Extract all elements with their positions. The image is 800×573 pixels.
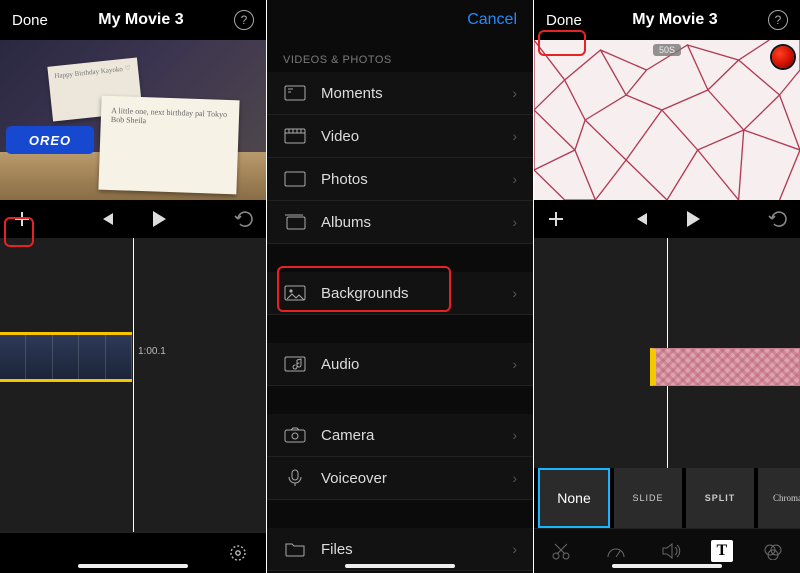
playhead[interactable] [133, 238, 134, 532]
menu-label: Voiceover [321, 470, 512, 487]
done-button[interactable]: Done [12, 12, 48, 29]
title-style-none[interactable]: None [538, 468, 610, 528]
chevron-right-icon: › [512, 285, 517, 301]
panel-media-picker: Cancel VIDEOS & PHOTOS Moments › Video ›… [267, 0, 534, 573]
menu-item-moments[interactable]: Moments › [267, 72, 533, 115]
rewind-icon[interactable] [99, 212, 115, 226]
undo-icon[interactable] [768, 211, 788, 227]
filters-icon[interactable] [758, 538, 788, 564]
video-preview[interactable]: 50S [534, 40, 800, 200]
titles-icon[interactable]: T [711, 540, 733, 562]
transport-bar [534, 200, 800, 238]
preview-badge: 50S [653, 44, 681, 56]
video-preview[interactable]: Happy Birthday Kayoko ♡ A little one, ne… [0, 40, 266, 200]
menu-item-audio[interactable]: Audio › [267, 343, 533, 386]
chevron-right-icon: › [512, 356, 517, 372]
header: Done My Movie 3 ? [0, 0, 266, 40]
moments-icon [283, 84, 307, 102]
background-clip[interactable] [650, 348, 800, 386]
transport-bar [0, 200, 266, 238]
chevron-right-icon: › [512, 171, 517, 187]
clip-thumbstrip[interactable] [0, 332, 132, 382]
header: Done My Movie 3 ? [534, 0, 800, 40]
menu-label: Video [321, 128, 512, 145]
backgrounds-icon [283, 284, 307, 302]
chevron-right-icon: › [512, 128, 517, 144]
play-icon[interactable] [685, 210, 701, 228]
play-icon[interactable] [151, 210, 167, 228]
home-indicator [612, 564, 722, 568]
cancel-button[interactable]: Cancel [467, 11, 517, 29]
menu-label: Camera [321, 427, 512, 444]
albums-icon [283, 213, 307, 231]
chevron-right-icon: › [512, 470, 517, 486]
timeline[interactable] [534, 238, 800, 468]
oreo-pack: OREO [6, 126, 94, 154]
photos-icon [283, 170, 307, 188]
undo-icon[interactable] [234, 211, 254, 227]
chevron-right-icon: › [512, 541, 517, 557]
chevron-right-icon: › [512, 427, 517, 443]
menu-item-camera[interactable]: Camera › [267, 414, 533, 457]
menu-label: Backgrounds [321, 285, 512, 302]
panel-editor-2: Done My Movie 3 ? 50S [534, 0, 800, 573]
menu-item-photos[interactable]: Photos › [267, 158, 533, 201]
video-icon [283, 127, 307, 145]
title-style-chromatic[interactable]: Chromatic [758, 468, 800, 528]
geometric-background [534, 40, 800, 200]
section-label: VIDEOS & PHOTOS [267, 40, 533, 72]
menu-label: Files [321, 541, 512, 558]
voiceover-icon [283, 469, 307, 487]
title-style-slide[interactable]: SLIDE [614, 468, 682, 528]
rewind-icon[interactable] [633, 212, 649, 226]
cut-icon[interactable] [546, 538, 576, 564]
done-button[interactable]: Done [546, 12, 582, 29]
picker-header: Cancel [267, 0, 533, 40]
timeline[interactable]: 1:00.1 [0, 238, 266, 532]
add-media-button[interactable] [12, 209, 32, 229]
add-media-button[interactable] [546, 209, 566, 229]
audio-icon [283, 355, 307, 373]
menu-label: Moments [321, 85, 512, 102]
home-indicator [345, 564, 455, 568]
help-icon[interactable]: ? [234, 10, 254, 30]
menu-label: Audio [321, 356, 512, 373]
menu-label: Albums [321, 214, 512, 231]
menu-label: Photos [321, 171, 512, 188]
title-style-split[interactable]: SPLIT [686, 468, 754, 528]
menu-item-albums[interactable]: Albums › [267, 201, 533, 244]
project-title: My Movie 3 [48, 11, 234, 29]
speed-icon[interactable] [601, 538, 631, 564]
color-picker-button[interactable] [772, 46, 794, 68]
menu-item-voiceover[interactable]: Voiceover › [267, 457, 533, 500]
title-style-row: None SLIDE SPLIT Chromatic STAN [534, 468, 800, 528]
camera-icon [283, 426, 307, 444]
volume-icon[interactable] [656, 538, 686, 564]
menu-item-backgrounds[interactable]: Backgrounds › [267, 272, 533, 315]
home-indicator [78, 564, 188, 568]
chevron-right-icon: › [512, 214, 517, 230]
settings-icon[interactable] [228, 543, 248, 563]
help-icon[interactable]: ? [768, 10, 788, 30]
menu-item-video[interactable]: Video › [267, 115, 533, 158]
clip-duration-label: 1:00.1 [138, 346, 166, 357]
project-title: My Movie 3 [582, 11, 768, 29]
files-icon [283, 540, 307, 558]
note-card-front: A little one, next birthday pal Tokyo Bo… [98, 96, 239, 195]
chevron-right-icon: › [512, 85, 517, 101]
panel-editor-1: Done My Movie 3 ? Happy Birthday Kayoko … [0, 0, 267, 573]
